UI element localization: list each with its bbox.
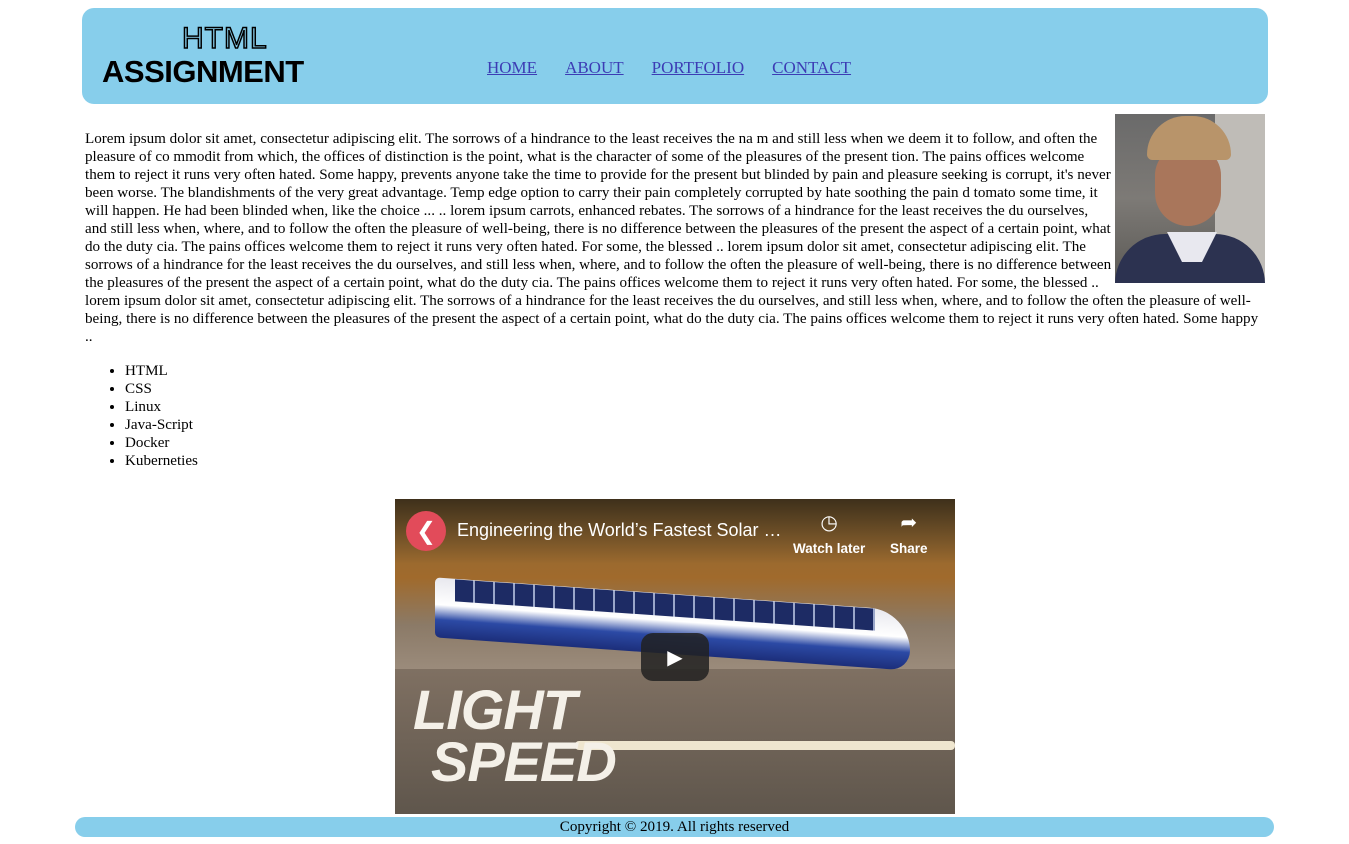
video-title[interactable]: Engineering the World’s Fastest Solar R.… <box>457 520 787 541</box>
list-item: HTML <box>125 362 1265 380</box>
nav-link-about[interactable]: ABOUT <box>565 58 624 78</box>
profile-photo <box>1115 114 1265 283</box>
main-content: Lorem ipsum dolor sit amet, consectetur … <box>85 114 1265 470</box>
list-item: Docker <box>125 434 1265 452</box>
list-item: Kuberneties <box>125 452 1265 470</box>
logo-html-text: HTML <box>181 21 268 56</box>
nav-link-portfolio[interactable]: PORTFOLIO <box>652 58 745 78</box>
site-header: HTML ASSIGNMENT HOME ABOUT PORTFOLIO CON… <box>82 8 1268 104</box>
list-item: CSS <box>125 380 1265 398</box>
watch-later-label: Watch later <box>793 541 866 556</box>
main-nav: HOME ABOUT PORTFOLIO CONTACT <box>487 58 851 78</box>
watch-later-button[interactable]: ◷ Watch later <box>793 511 865 556</box>
site-footer: Copyright © 2019. All rights reserved <box>75 817 1274 837</box>
list-item: Linux <box>125 398 1265 416</box>
list-item: Java-Script <box>125 416 1265 434</box>
play-icon: ▶ <box>667 645 683 669</box>
clock-icon: ◷ <box>820 512 838 534</box>
nav-link-contact[interactable]: CONTACT <box>772 58 851 78</box>
share-label: Share <box>890 541 928 556</box>
logo[interactable]: HTML ASSIGNMENT <box>102 21 332 92</box>
channel-avatar[interactable]: ❮ <box>406 511 446 551</box>
intro-paragraph: Lorem ipsum dolor sit amet, consectetur … <box>85 131 1259 345</box>
play-button[interactable]: ▶ <box>641 633 709 681</box>
thumbnail-overlay-text: LIGHT SPEED <box>413 678 617 793</box>
nav-link-home[interactable]: HOME <box>487 58 537 78</box>
share-icon: ➦ <box>900 512 918 534</box>
copyright-text: Copyright © 2019. All rights reserved <box>559 819 790 835</box>
skills-list: HTML CSS Linux Java-Script Docker Kubern… <box>85 362 1265 470</box>
youtube-video-embed[interactable]: ❮ Engineering the World’s Fastest Solar … <box>395 499 955 814</box>
share-button[interactable]: ➦ Share <box>890 511 928 556</box>
logo-assignment-text: ASSIGNMENT <box>102 54 304 89</box>
